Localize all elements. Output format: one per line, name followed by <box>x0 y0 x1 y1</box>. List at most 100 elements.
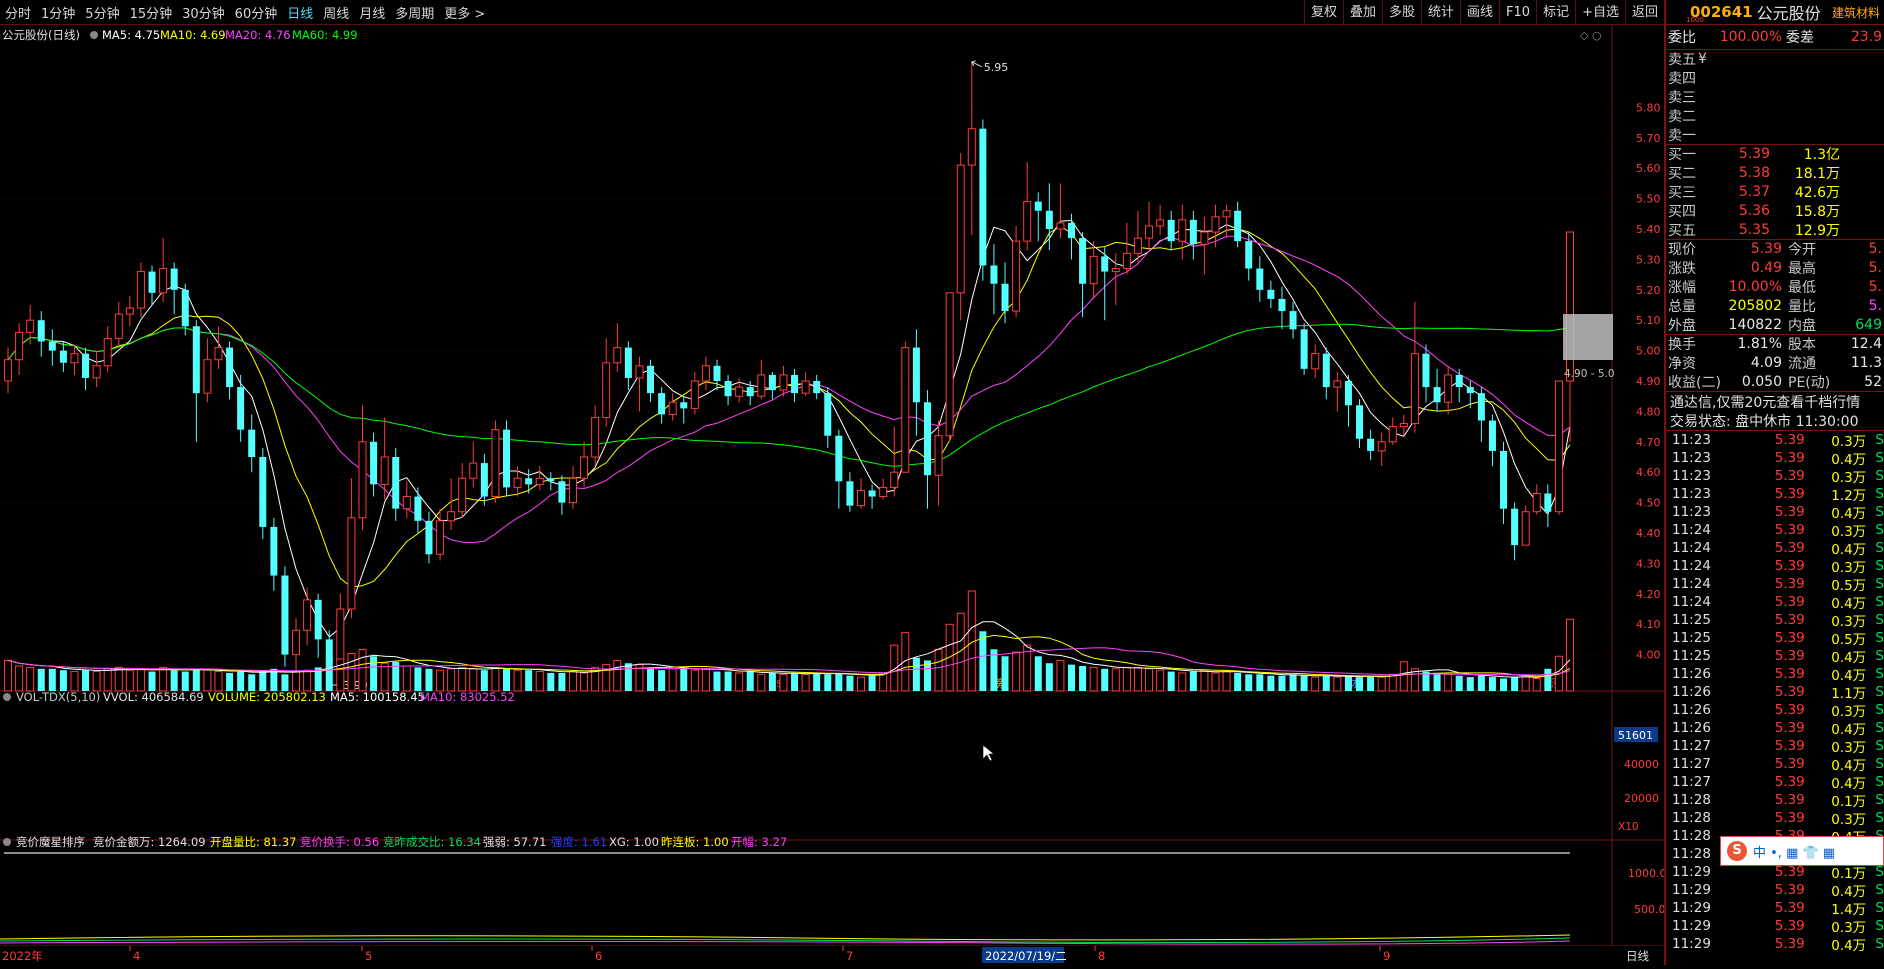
bid-row[interactable]: 买四 5.36 15.8万 <box>1666 201 1884 220</box>
candle-body <box>1122 252 1131 270</box>
candle-body <box>879 486 888 498</box>
bid-price: 5.37 <box>1738 183 1770 200</box>
overlay-button[interactable]: 叠加 <box>1342 0 1382 25</box>
month-label: 6 <box>595 949 602 963</box>
candle-body <box>1388 426 1397 443</box>
candle-body <box>1356 405 1364 439</box>
candle-body <box>1267 289 1275 299</box>
tick-row: 11:23 5.39 0.4万 S <box>1666 503 1884 522</box>
vol-tick-40000: 40000 <box>1624 758 1659 771</box>
add-watchlist-button[interactable]: +自选 <box>1575 0 1625 25</box>
volume-bar <box>214 671 223 692</box>
month-label: 5 <box>365 949 372 963</box>
tab-weekly[interactable]: 周线 <box>318 3 354 22</box>
tab-5min[interactable]: 5分钟 <box>80 3 124 22</box>
vol-settings-icon[interactable] <box>3 693 11 701</box>
volume-bar <box>1566 618 1574 692</box>
ind-tick-500: 500.0 <box>1634 903 1664 916</box>
kline-chart[interactable]: 公元股份(日线) MA5: 4.75 MA10: 4.69 MA20: 4.76… <box>0 25 1667 965</box>
main-legend-title: 公元股份(日线) <box>2 28 80 42</box>
volume-bar <box>835 672 843 691</box>
tab-30min[interactable]: 30分钟 <box>177 3 230 22</box>
candle-body <box>1111 268 1120 273</box>
tab-monthly[interactable]: 月线 <box>354 3 390 22</box>
volume-bar <box>535 671 544 692</box>
candle-body <box>513 477 522 488</box>
tick-side: S <box>1875 701 1884 718</box>
volume-bar <box>469 668 478 692</box>
candle-body <box>469 462 478 479</box>
volume-bar <box>1067 664 1075 691</box>
candle-body <box>624 347 632 378</box>
tick-volume: 0.4万 <box>1831 595 1867 612</box>
tick-row: 11:26 5.39 0.4万 S <box>1666 665 1884 684</box>
ime-toolbar[interactable]: S 中 •, ▦ 👕 ▦ <box>1720 836 1884 866</box>
tab-more[interactable]: 更多 > <box>439 3 490 22</box>
tick-time: 11:29 <box>1672 935 1711 952</box>
bid-row[interactable]: 买五 5.35 12.9万 <box>1666 220 1884 239</box>
stat-row: 收益(二) 0.050 PE(动) 52 <box>1666 373 1884 392</box>
volume-bar <box>624 663 632 691</box>
tick-price: 5.39 <box>1774 719 1805 736</box>
candle-body <box>70 353 79 364</box>
stat-value: 140822 <box>1728 316 1782 333</box>
diamond-icon[interactable]: ◇ ○ <box>1580 29 1602 42</box>
volume-bar <box>37 668 45 691</box>
period-toolbar: 分时 1分钟 5分钟 15分钟 30分钟 60分钟 日线 周线 月线 多周期 更… <box>0 0 1664 25</box>
tab-15min[interactable]: 15分钟 <box>125 3 178 22</box>
mark-button[interactable]: 标记 <box>1536 0 1575 25</box>
candle-body <box>336 608 345 662</box>
industry-tag[interactable]: 建筑材料 <box>1832 4 1884 21</box>
ind-settings-icon[interactable] <box>3 838 11 846</box>
f10-button[interactable]: F10 <box>1499 0 1536 25</box>
multi-stock-button[interactable]: 多股 <box>1381 0 1421 25</box>
tick-row: 11:26 5.39 0.4万 S <box>1666 719 1884 738</box>
tab-multi-period[interactable]: 多周期 <box>390 3 439 22</box>
bid-row[interactable]: 买一 5.39 1.3亿 <box>1666 145 1884 164</box>
volume-bar <box>1455 675 1463 691</box>
ask-2-label: 卖二 <box>1668 108 1696 125</box>
tick-price: 5.39 <box>1774 575 1805 592</box>
candle-body <box>414 496 422 521</box>
tab-60min[interactable]: 60分钟 <box>230 3 283 22</box>
tab-1min[interactable]: 1分钟 <box>36 3 80 22</box>
bid-label: 买四 <box>1668 203 1696 220</box>
tab-daily[interactable]: 日线 <box>282 3 318 22</box>
bid-row[interactable]: 买三 5.37 42.6万 <box>1666 183 1884 202</box>
bid-label: 买一 <box>1668 147 1696 164</box>
stock-name[interactable]: 公元股份 <box>1757 0 1821 24</box>
stats-button[interactable]: 统计 <box>1421 0 1460 25</box>
bid-label: 买三 <box>1668 184 1696 201</box>
ind-open-pct: 开幅: 3.27 <box>731 835 787 849</box>
weibi-label: 委比 <box>1668 30 1696 46</box>
settings-dot-icon[interactable] <box>90 31 98 39</box>
ime-tools[interactable]: 中 •, ▦ 👕 ▦ <box>1753 842 1835 861</box>
range-box <box>1563 314 1613 360</box>
tab-fenshi[interactable]: 分时 <box>0 3 36 22</box>
candle-body <box>292 629 301 656</box>
bid-label: 买五 <box>1668 222 1696 239</box>
volume-bar <box>159 666 168 692</box>
stat-label: 总量 <box>1668 298 1696 315</box>
range-label: 4.90 - 5.0 <box>1564 368 1615 380</box>
back-button[interactable]: 返回 <box>1624 0 1664 25</box>
tick-side: S <box>1875 719 1884 736</box>
draw-line-button[interactable]: 画线 <box>1460 0 1499 25</box>
bid-row[interactable]: 买二 5.38 18.1万 <box>1666 164 1884 183</box>
stat-value: 0.49 <box>1750 260 1782 277</box>
stat-row: 涨幅 10.00% 最低 5. <box>1666 278 1884 297</box>
notice[interactable]: 通达信,仅需20元查看千档行情 <box>1666 392 1884 411</box>
candle-body <box>1300 329 1308 369</box>
sogou-icon[interactable]: S <box>1727 841 1747 861</box>
volume-bar <box>370 656 378 691</box>
tick-time: 11:25 <box>1672 611 1711 628</box>
volume-bar <box>701 668 710 692</box>
stat-value-2: 5. <box>1868 297 1882 314</box>
bid-price: 5.38 <box>1738 165 1770 182</box>
fuquan-button[interactable]: 复权 <box>1303 0 1343 25</box>
tick-time: 11:23 <box>1672 467 1711 484</box>
tick-price: 5.39 <box>1774 917 1805 934</box>
chart-area[interactable]: 公元股份(日线) MA5: 4.75 MA10: 4.69 MA20: 4.76… <box>0 25 1667 965</box>
tick-list[interactable]: 11:23 5.39 0.3万 S 11:23 5.39 0.4万 S 11:23 5.39 0.3… <box>1666 431 1884 954</box>
candle-body <box>380 456 389 485</box>
